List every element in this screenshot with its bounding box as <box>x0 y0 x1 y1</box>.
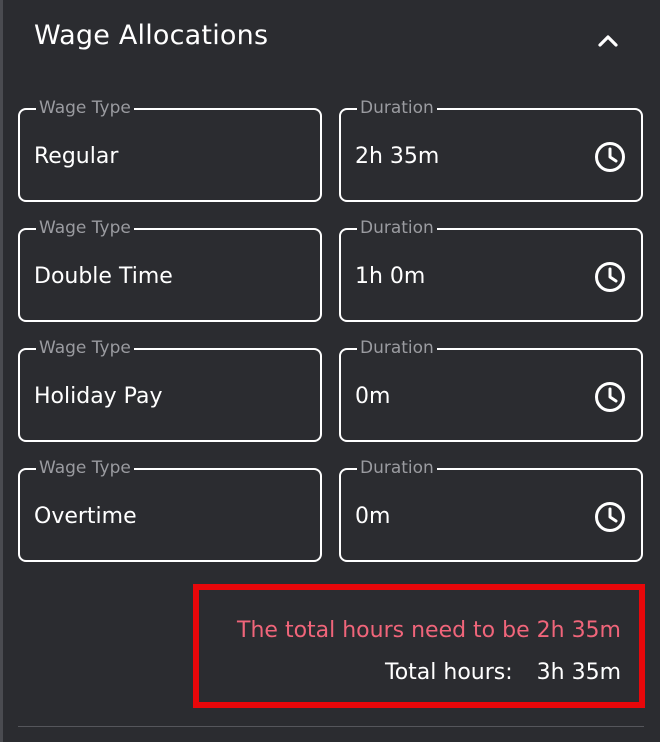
clock-icon[interactable] <box>593 380 627 414</box>
duration-field[interactable]: Duration 2h 35m <box>339 97 643 202</box>
total-hours-label: Total hours: <box>385 660 513 685</box>
panel-edge <box>0 0 3 742</box>
wage-type-field[interactable]: Wage Type Holiday Pay <box>18 337 322 442</box>
wage-type-field[interactable]: Wage Type Double Time <box>18 217 322 322</box>
duration-value: 1h 0m <box>355 264 426 289</box>
duration-label: Duration <box>357 97 437 119</box>
duration-value: 0m <box>355 384 391 409</box>
section-header[interactable]: Wage Allocations <box>0 0 660 80</box>
wage-type-value: Holiday Pay <box>34 384 163 409</box>
duration-label: Duration <box>357 217 437 239</box>
total-hours-summary: The total hours need to be 2h 35m Total … <box>193 584 645 708</box>
wage-type-field[interactable]: Wage Type Overtime <box>18 457 322 562</box>
wage-type-value: Regular <box>34 144 119 169</box>
total-hours-line: Total hours: 3h 35m <box>385 660 621 685</box>
duration-label: Duration <box>357 337 437 359</box>
section-divider <box>18 726 644 727</box>
wage-type-label: Wage Type <box>36 457 134 479</box>
wage-type-value: Double Time <box>34 264 173 289</box>
wage-type-value: Overtime <box>34 504 137 529</box>
duration-field[interactable]: Duration 1h 0m <box>339 217 643 322</box>
duration-value: 2h 35m <box>355 144 440 169</box>
clock-icon[interactable] <box>593 500 627 534</box>
duration-field[interactable]: Duration 0m <box>339 457 643 562</box>
wage-type-label: Wage Type <box>36 337 134 359</box>
wage-allocations-panel: Wage Allocations Wage Type Regular Durat… <box>0 0 660 742</box>
duration-value: 0m <box>355 504 391 529</box>
total-hours-value: 3h 35m <box>536 660 621 685</box>
chevron-up-icon <box>598 35 618 47</box>
wage-type-field[interactable]: Wage Type Regular <box>18 97 322 202</box>
clock-icon[interactable] <box>593 260 627 294</box>
total-hours-error: The total hours need to be 2h 35m <box>237 618 621 643</box>
section-title: Wage Allocations <box>34 20 269 51</box>
wage-type-label: Wage Type <box>36 217 134 239</box>
collapse-button[interactable] <box>590 24 626 56</box>
duration-label: Duration <box>357 457 437 479</box>
clock-icon[interactable] <box>593 140 627 174</box>
wage-type-label: Wage Type <box>36 97 134 119</box>
duration-field[interactable]: Duration 0m <box>339 337 643 442</box>
